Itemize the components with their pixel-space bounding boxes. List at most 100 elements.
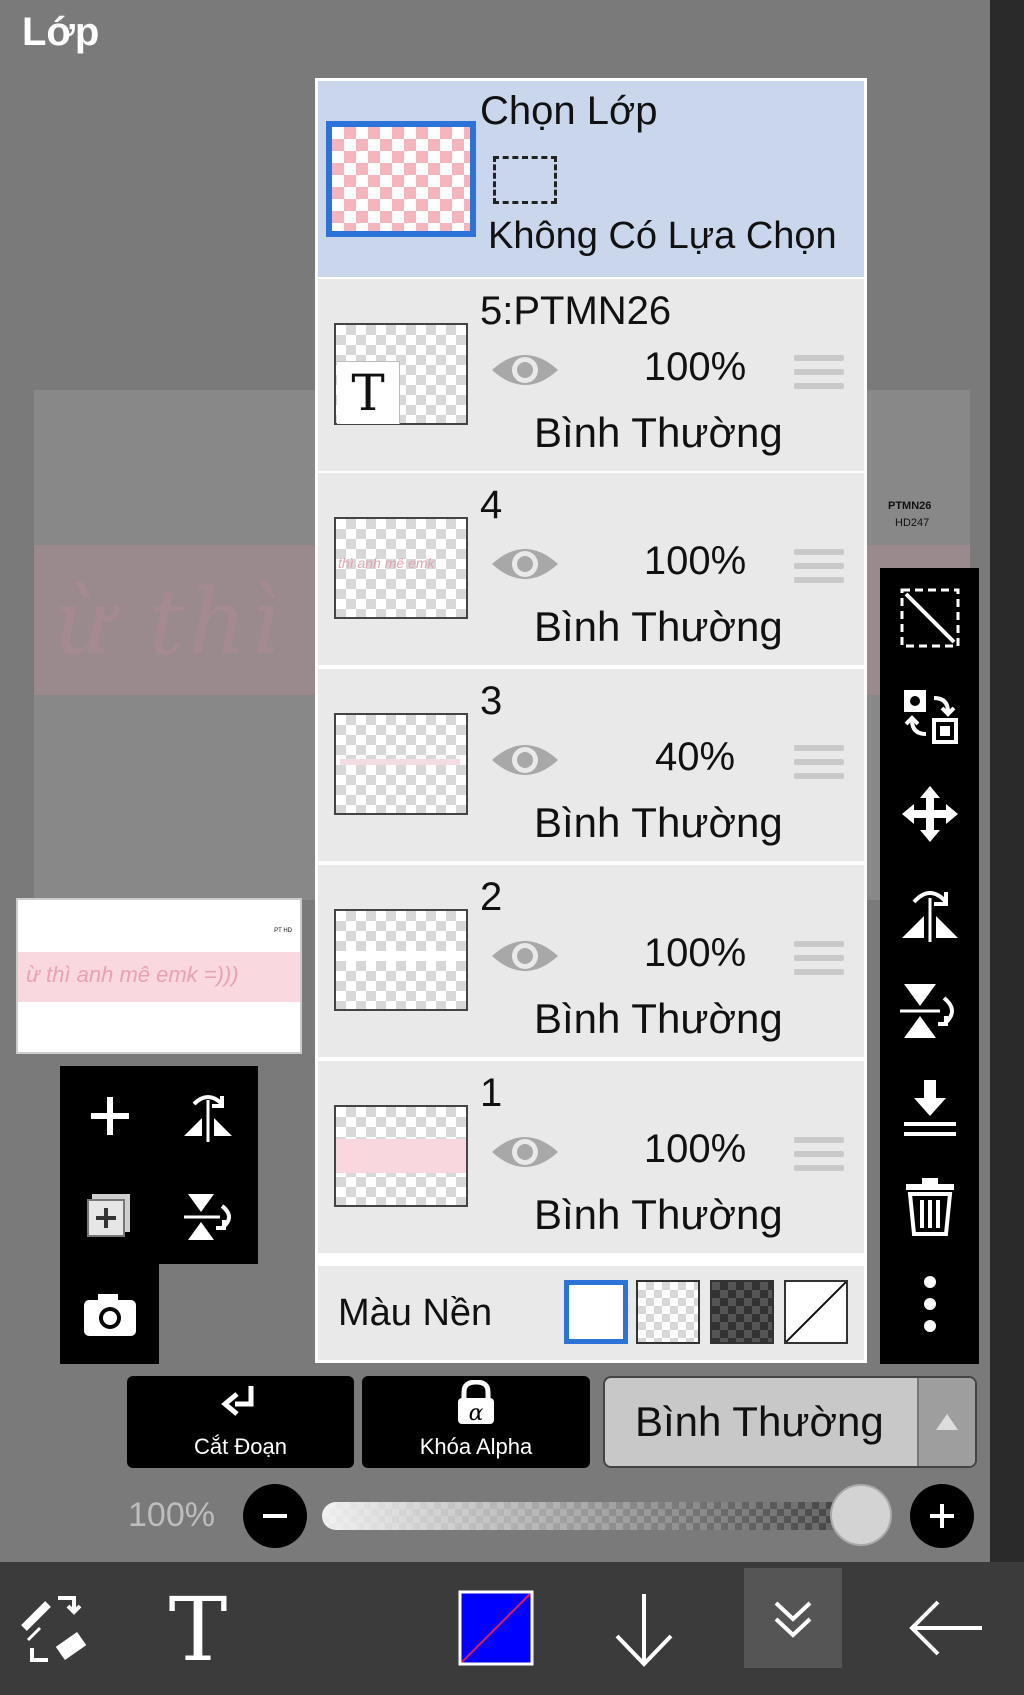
layer-row[interactable]: 3 40% Bình Thường [318,667,864,861]
selection-marquee-icon [493,156,557,204]
camera-button[interactable] [70,1274,150,1354]
layer-name: 1 [480,1071,503,1115]
more-vertical-icon [924,1276,936,1332]
flip-vertical-button[interactable] [890,970,970,1050]
thumbnail-white-line [342,951,458,961]
opacity-slider[interactable] [322,1502,892,1530]
merge-down-button[interactable] [890,1068,970,1148]
layer-opacity: 100% [643,345,747,389]
text-tool-icon: T [169,1588,228,1668]
color-swatch-icon [458,1590,534,1666]
thumbnail-text: thì anh mê emk [338,555,435,571]
eye-icon[interactable] [490,735,560,785]
layer-thumbnail: thì anh mê emk [334,517,468,619]
opacity-slider-thumb[interactable] [830,1484,892,1546]
add-layer-icon [91,1097,129,1135]
collapse-panel-button[interactable] [744,1568,842,1668]
text-tool-button[interactable]: T [150,1578,246,1678]
eye-icon[interactable] [490,931,560,981]
back-button[interactable] [898,1578,994,1678]
canvas-watermark-line2: HD247 [895,517,930,529]
layer-opacity: 40% [654,735,736,779]
right-toolbar [880,568,979,1364]
more-options-button[interactable] [890,1264,970,1344]
flip-layer-vertical-button[interactable] [168,1176,248,1256]
screen-edge [990,0,1024,1562]
slash-icon [786,1282,846,1342]
decrease-opacity-button[interactable] [243,1484,307,1548]
drag-handle-icon[interactable] [794,745,844,791]
select-transform-button[interactable] [890,578,970,658]
drag-handle-icon[interactable] [794,941,844,987]
chevron-double-down-icon [774,1601,812,1638]
background-color-row: Màu Nền [318,1264,864,1360]
select-transform-icon [900,588,960,648]
eye-icon[interactable] [490,345,560,395]
background-white-swatch[interactable] [564,1280,628,1344]
blend-mode-dropdown[interactable]: Bình Thường [603,1376,977,1468]
layer-blend-mode: Bình Thường [534,799,783,846]
background-color-label: Màu Nền [338,1292,493,1334]
duplicate-layer-button[interactable] [70,1176,150,1256]
left-toolbar [60,1066,258,1264]
thumbnail-pink-band [336,1139,466,1173]
canvas-watermark-line1: PTMN26 [888,500,932,512]
tool-swap-button[interactable] [6,1578,102,1678]
layer-thumbnail [334,1105,468,1207]
background-dark-swatch[interactable] [710,1280,774,1344]
dropdown-arrow[interactable] [917,1378,975,1466]
layer-name: 4 [480,483,503,527]
eye-icon[interactable] [490,539,560,589]
left-toolbar-bottom [60,1264,159,1364]
selection-thumbnail [326,121,476,237]
merge-down-icon [904,1080,956,1136]
move-icon [902,786,958,842]
page-title: Lớp [22,10,100,54]
selection-title: Chọn Lớp [480,89,658,133]
layer-row[interactable]: 2 100% Bình Thường [318,863,864,1057]
background-transparent-swatch[interactable] [636,1280,700,1344]
clipping-arrow-icon [221,1386,254,1416]
move-button[interactable] [890,774,970,854]
lock-icon: α [458,1380,494,1426]
layer-row[interactable]: T 5:PTMN26 100% Bình Thường [318,277,864,471]
preview-watermark: PT HD [274,928,292,934]
layer-thumbnail [334,713,468,815]
selection-layer-row[interactable]: Chọn Lớp Không Có Lựa Chọn [318,81,864,277]
selection-status: Không Có Lựa Chọn [488,215,837,257]
clipping-button[interactable]: Cắt Đoạn [127,1376,354,1468]
svg-text:T: T [169,1588,228,1668]
layer-opacity: 100% [643,539,747,583]
layer-name: 3 [480,679,503,723]
layer-row[interactable]: thì anh mê emk 4 100% Bình Thường [318,471,864,665]
drag-handle-icon[interactable] [794,355,844,401]
drag-handle-icon[interactable] [794,549,844,595]
layer-row[interactable]: 1 100% Bình Thường [318,1059,864,1253]
delete-layer-button[interactable] [890,1166,970,1246]
drag-handle-icon[interactable] [794,1137,844,1183]
background-none-swatch[interactable] [784,1280,848,1344]
eye-icon[interactable] [490,1127,560,1177]
opacity-value: 100% [128,1496,215,1534]
arrow-down-icon [615,1594,673,1667]
add-layer-button[interactable] [70,1076,150,1156]
color-swatch-button[interactable] [448,1578,544,1678]
flip-vertical-icon [900,984,954,1038]
swap-layer-button[interactable] [890,676,970,756]
svg-text:α: α [469,1401,484,1426]
alpha-lock-button[interactable]: α Khóa Alpha [362,1376,590,1468]
arrow-down-button[interactable] [596,1578,692,1678]
flip-horizontal-button[interactable] [890,872,970,952]
back-arrow-icon [909,1600,982,1656]
flip-layer-horizontal-button[interactable] [168,1076,248,1156]
canvas-preview[interactable]: ừ thì anh mê emk =))) PT HD [16,898,302,1054]
plus-icon [930,1504,954,1528]
layer-name: 2 [480,875,503,919]
layer-name: 5:PTMN26 [480,289,672,333]
layer-blend-mode: Bình Thường [534,1191,783,1238]
layer-blend-mode: Bình Thường [534,409,783,456]
layer-opacity: 100% [643,1127,747,1171]
increase-opacity-button[interactable] [910,1484,974,1548]
alpha-lock-label: Khóa Alpha [419,1434,533,1459]
duplicate-layer-icon [87,1194,130,1237]
